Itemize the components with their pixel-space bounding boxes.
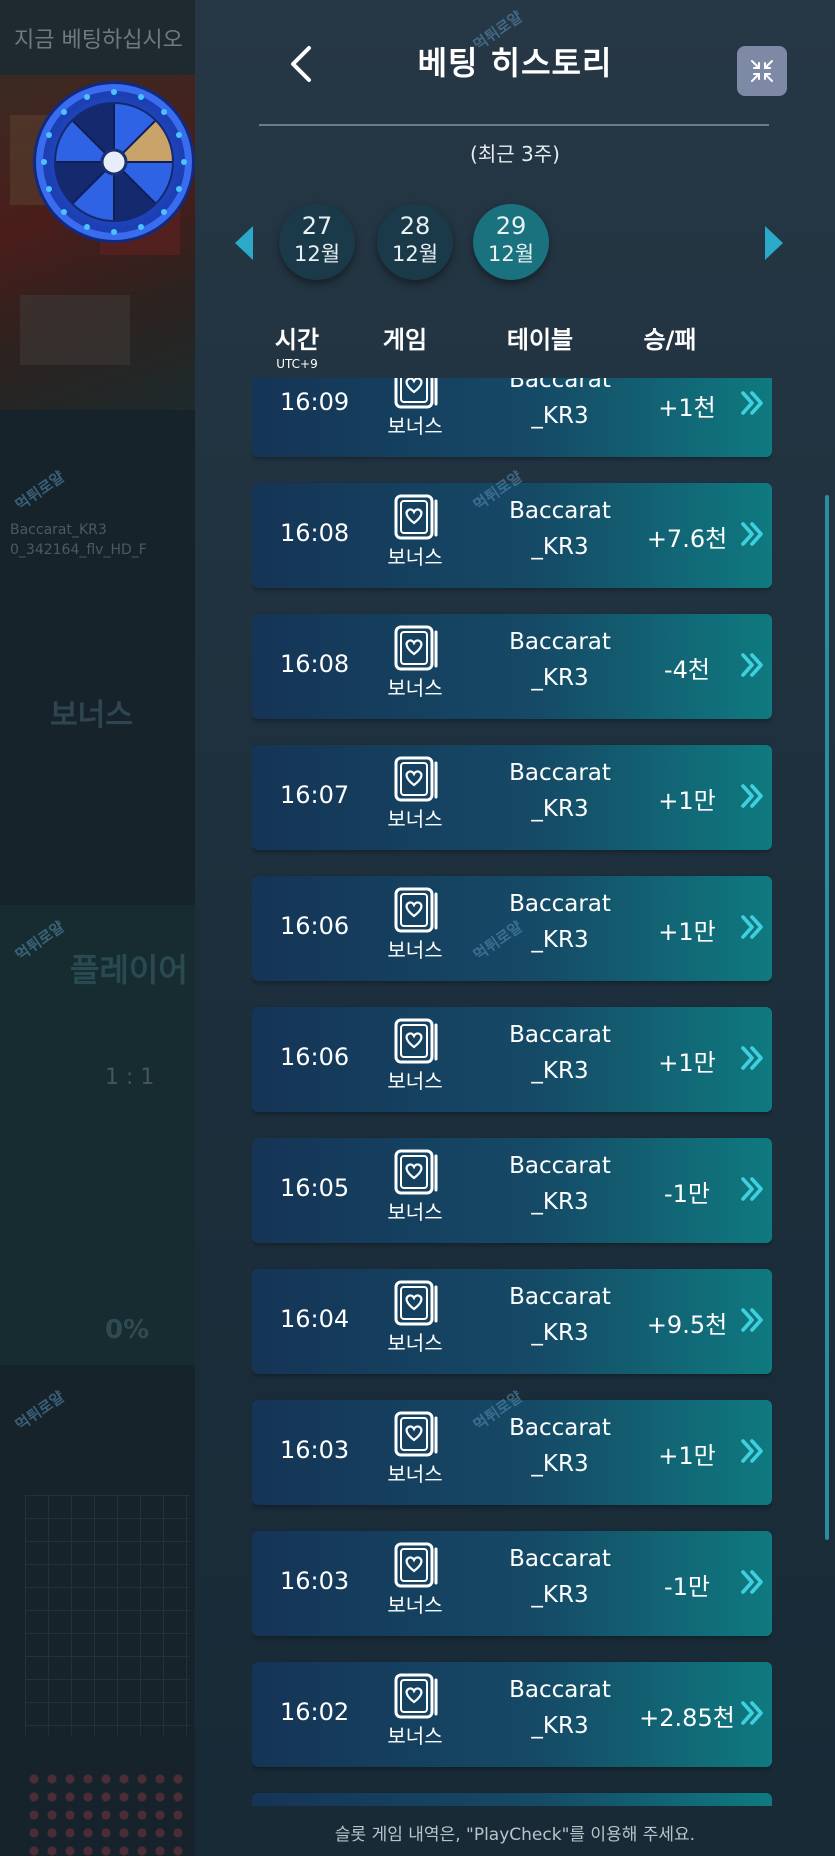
collapse-icon [751, 60, 773, 82]
history-row[interactable]: 16:07 보너스 Baccarat _KR3 +1만 [252, 745, 772, 850]
row-time: 16:03 [280, 1567, 350, 1595]
heart-card-icon [394, 494, 438, 540]
history-row[interactable]: 16:03 보너스 Baccarat _KR3 -1만 [252, 1531, 772, 1636]
row-time: 16:04 [280, 1305, 350, 1333]
row-time: 16:05 [280, 1174, 350, 1202]
column-header-game: 게임 [382, 326, 428, 354]
double-chevron-right-icon [741, 1308, 763, 1332]
date-month: 12월 [487, 242, 535, 266]
date-tab-27[interactable]: 27 12월 [279, 204, 355, 280]
row-game: 보너스 [387, 1724, 443, 1748]
scrollbar[interactable] [825, 495, 829, 1540]
triangle-left-icon [235, 226, 253, 260]
double-chevron-right-icon [741, 1439, 763, 1463]
row-game: 보너스 [387, 807, 443, 831]
collapse-button[interactable] [737, 46, 787, 96]
prev-date-button[interactable] [235, 226, 253, 264]
date-day: 27 [301, 212, 333, 240]
row-game: 보너스 [387, 414, 443, 438]
history-row[interactable]: 16:09 보너스 Baccarat _KR3 +1천 [252, 378, 772, 457]
history-row[interactable]: 16:04 보너스 Baccarat _KR3 +9.5천 [252, 1269, 772, 1374]
heart-card-icon [394, 887, 438, 933]
row-time: 16:06 [280, 1043, 350, 1071]
double-chevron-right-icon [741, 784, 763, 808]
double-chevron-right-icon [741, 653, 763, 677]
heart-card-icon [394, 378, 438, 409]
history-list[interactable]: 16:09 보너스 Baccarat _KR3 +1천 16:08 보너스 Baccarat _… [252, 378, 772, 1806]
heart-card-icon [394, 1673, 438, 1719]
triangle-right-icon [765, 226, 783, 260]
date-tab-28[interactable]: 28 12월 [377, 204, 453, 280]
history-row[interactable]: 16:08 보너스 Baccarat _KR3 -4천 [252, 614, 772, 719]
heart-card-icon [394, 1280, 438, 1326]
heart-card-icon [394, 625, 438, 671]
double-chevron-right-icon [741, 522, 763, 546]
date-day: 29 [495, 212, 527, 240]
column-header-table: 테이블 [506, 326, 574, 354]
double-chevron-right-icon [741, 391, 763, 415]
row-game: 보너스 [387, 1200, 443, 1224]
row-game: 보너스 [387, 545, 443, 569]
double-chevron-right-icon [741, 1570, 763, 1594]
row-time: 16:08 [280, 519, 350, 547]
date-month: 12월 [391, 242, 439, 266]
heart-card-icon [394, 1149, 438, 1195]
heart-card-icon [394, 1018, 438, 1064]
heart-card-icon [394, 1542, 438, 1588]
row-time: 16:08 [280, 650, 350, 678]
row-game: 보너스 [387, 1593, 443, 1617]
bet-percent: 0% [105, 1315, 150, 1345]
history-row[interactable]: 16:03 보너스 Baccarat _KR3 +1만 [252, 1400, 772, 1505]
column-header-time: 시간 UTC+9 [257, 320, 337, 371]
date-tab-29[interactable]: 29 12월 [473, 204, 549, 280]
row-game: 보너스 [387, 1331, 443, 1355]
table-id-line: Baccarat_KR3 [10, 522, 107, 538]
double-chevron-right-icon [741, 1701, 763, 1725]
payout-ratio: 1 : 1 [105, 1065, 155, 1090]
footer-note: 슬롯 게임 내역은, "PlayCheck"를 이용해 주세요. [334, 1825, 696, 1845]
row-game: 보너스 [387, 676, 443, 700]
row-game: 보너스 [387, 1069, 443, 1093]
column-header-time-label: 시간 [274, 326, 320, 354]
date-day: 28 [399, 212, 431, 240]
header-divider [259, 124, 769, 126]
history-row[interactable]: 16:06 보너스 Baccarat _KR3 +1만 [252, 1007, 772, 1112]
bead-road [25, 1770, 190, 1856]
double-chevron-right-icon [741, 1177, 763, 1201]
double-chevron-right-icon [741, 1046, 763, 1070]
row-time: 16:06 [280, 912, 350, 940]
date-month: 12월 [293, 242, 341, 266]
bet-hint-text: 지금 베팅하십시오 [14, 28, 183, 53]
bonus-bet-label: 보너스 [50, 698, 133, 733]
column-header-result: 승/패 [643, 326, 697, 354]
row-game: 보너스 [387, 938, 443, 962]
row-time: 16:07 [280, 781, 350, 809]
heart-card-icon [394, 756, 438, 802]
history-row[interactable]: 16:02 보너스 Baccarat _KR3 +2.85천 [252, 1662, 772, 1767]
player-bet-label: 플레이어 [70, 951, 188, 989]
bonus-wheel-icon[interactable] [36, 84, 192, 240]
table-id: Baccarat_KR3 0_342164_flv_HD_F [10, 520, 147, 560]
history-row[interactable]: 16:08 보너스 Baccarat _KR3 +7.6천 [252, 483, 772, 588]
timezone-label: UTC+9 [276, 357, 318, 371]
history-row[interactable]: 16:05 보너스 Baccarat _KR3 -1만 [252, 1138, 772, 1243]
row-game: 보너스 [387, 1462, 443, 1486]
period-subtitle: (최근 3주) [470, 142, 560, 166]
heart-card-icon [394, 1411, 438, 1457]
game-background: 지금 베팅하십시오 Baccarat_KR3 0_342164_flv_HD_F… [0, 0, 195, 1856]
history-row-partial[interactable] [252, 1793, 772, 1806]
row-time: 16:02 [280, 1698, 350, 1726]
road-map [25, 1495, 190, 1735]
row-time: 16:09 [280, 388, 350, 416]
row-time: 16:03 [280, 1436, 350, 1464]
table-id-line: 0_342164_flv_HD_F [10, 542, 147, 558]
double-chevron-right-icon [741, 915, 763, 939]
next-date-button[interactable] [765, 226, 783, 264]
